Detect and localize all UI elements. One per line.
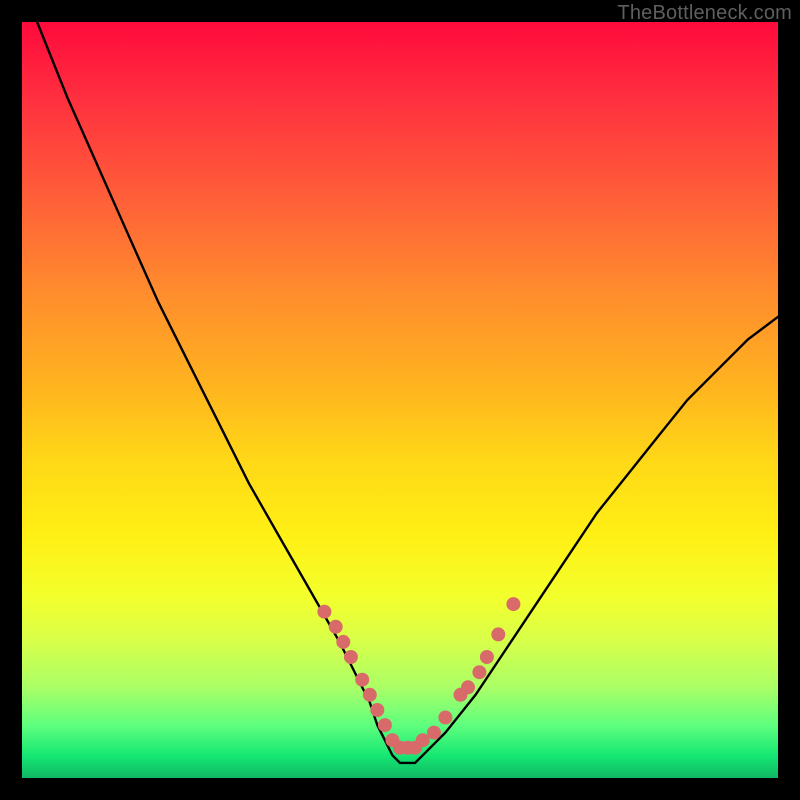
curve-marker — [461, 680, 475, 694]
curve-marker — [336, 635, 350, 649]
watermark-label: TheBottleneck.com — [617, 2, 792, 25]
curve-marker — [329, 620, 343, 634]
curve-marker — [370, 703, 384, 717]
curve-marker — [491, 627, 505, 641]
chart-frame — [22, 22, 778, 778]
curve-markers — [317, 597, 520, 755]
bottleneck-curve — [37, 22, 778, 763]
chart-svg — [22, 22, 778, 778]
curve-marker — [355, 673, 369, 687]
curve-marker — [363, 688, 377, 702]
curve-marker — [472, 665, 486, 679]
curve-marker — [344, 650, 358, 664]
curve-marker — [480, 650, 494, 664]
curve-marker — [438, 711, 452, 725]
curve-marker — [317, 605, 331, 619]
curve-marker — [506, 597, 520, 611]
curve-marker — [427, 726, 441, 740]
curve-marker — [378, 718, 392, 732]
